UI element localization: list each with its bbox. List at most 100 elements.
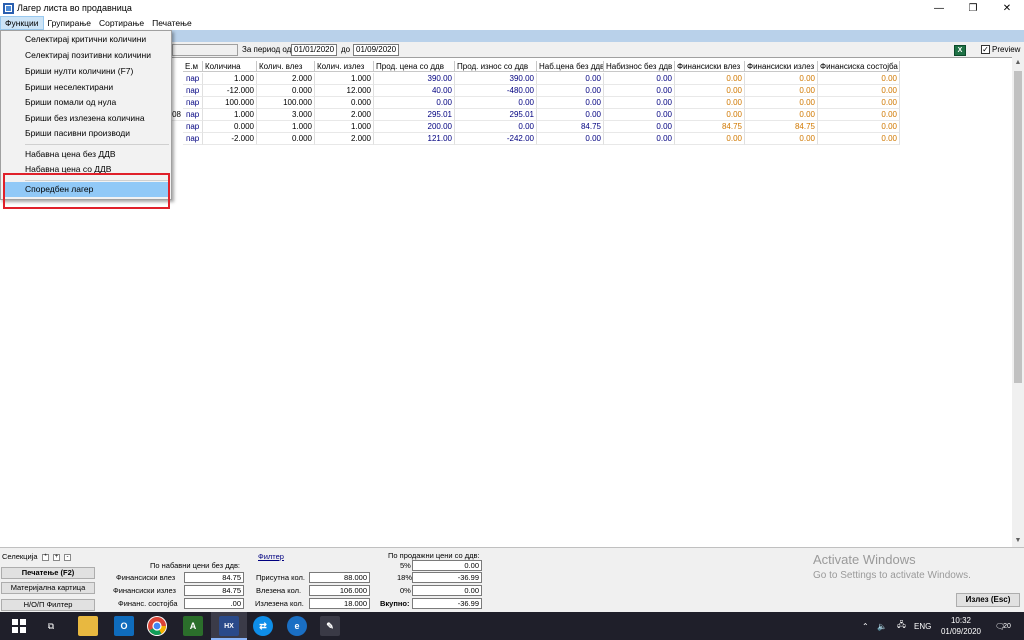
table-cell[interactable]: 40.00 [374, 85, 455, 97]
nop-filter-button[interactable]: Н/О/П Филтер [1, 599, 95, 611]
table-cell[interactable]: 0.00 [675, 85, 745, 97]
app-leaf-icon[interactable]: A [183, 616, 203, 636]
scroll-down-icon[interactable]: ▼ [1012, 535, 1024, 547]
table-cell[interactable]: пар [183, 121, 203, 133]
table-cell[interactable]: пар [183, 97, 203, 109]
table-cell[interactable]: 0.000 [257, 85, 315, 97]
table-cell[interactable]: 1.000 [203, 109, 257, 121]
table-cell[interactable]: 0.00 [604, 85, 675, 97]
preview-checkbox[interactable]: ✓ Preview [981, 45, 1020, 54]
table-cell[interactable]: 0.00 [604, 97, 675, 109]
browser-e-icon[interactable]: e [287, 616, 307, 636]
column-header[interactable]: Наб.цена без ддв [537, 61, 604, 72]
table-cell[interactable]: 100.000 [257, 97, 315, 109]
vertical-scrollbar[interactable]: ▲ ▼ [1012, 57, 1024, 547]
table-cell[interactable]: 0.00 [455, 121, 537, 133]
table-cell[interactable]: 0.00 [604, 121, 675, 133]
checkbox-icon[interactable]: ✓ [981, 45, 990, 54]
table-cell[interactable]: 0.00 [537, 85, 604, 97]
windows-start-icon[interactable] [9, 616, 29, 636]
clock[interactable]: 10:32 01/09/2020 [936, 615, 986, 637]
column-header[interactable]: Е.м [183, 61, 203, 72]
table-cell[interactable]: 200.00 [374, 121, 455, 133]
search-field[interactable] [172, 44, 238, 56]
table-cell[interactable]: 0.00 [675, 73, 745, 85]
column-header[interactable]: Финансиска состојба [818, 61, 900, 72]
column-header[interactable]: Колич. излез [315, 61, 374, 72]
table-cell[interactable]: 0.00 [745, 85, 818, 97]
network-icon[interactable]: 🖧 [897, 612, 906, 640]
minimize-button[interactable]: — [922, 0, 956, 16]
tray-chevron-icon[interactable]: ⌃ [862, 612, 869, 640]
menu-item-delete-no-output[interactable]: Бриши без излезена количина [3, 111, 169, 126]
table-cell[interactable]: 2.000 [257, 73, 315, 85]
teamviewer-icon[interactable]: ⇄ [253, 616, 273, 636]
table-cell[interactable]: 0.00 [818, 121, 900, 133]
table-cell[interactable]: 0.00 [455, 97, 537, 109]
table-cell[interactable]: 0.00 [818, 97, 900, 109]
table-cell[interactable]: 12.000 [315, 85, 374, 97]
scrollbar-thumb[interactable] [1014, 71, 1022, 383]
table-cell[interactable]: 0.00 [745, 133, 818, 145]
table-cell[interactable]: 0.00 [675, 109, 745, 121]
column-header[interactable]: Колич. влез [257, 61, 315, 72]
menu-item-select-critical[interactable]: Селектирај критични количини [3, 32, 169, 47]
table-cell[interactable]: 0.000 [315, 97, 374, 109]
helix-app-icon[interactable]: HX [219, 616, 239, 636]
menu-sorting[interactable]: Сортирање [95, 16, 148, 30]
column-header[interactable]: Прод. цена со ддв [374, 61, 455, 72]
table-cell[interactable]: пар [183, 133, 203, 145]
table-cell[interactable]: 100.000 [203, 97, 257, 109]
speaker-icon[interactable]: 🔈 [877, 612, 887, 640]
table-cell[interactable]: 390.00 [374, 73, 455, 85]
restore-button[interactable]: ❐ [956, 0, 990, 16]
table-cell[interactable]: 0.00 [604, 133, 675, 145]
paint-icon[interactable]: ✎ [320, 616, 340, 636]
table-cell[interactable]: 1.000 [315, 73, 374, 85]
menu-item-delete-zero[interactable]: Бриши нулти количини (F7) [3, 64, 169, 79]
table-cell[interactable]: пар [183, 109, 203, 121]
table-cell[interactable]: 121.00 [374, 133, 455, 145]
table-cell[interactable]: 2.000 [315, 133, 374, 145]
table-cell[interactable]: 84.75 [675, 121, 745, 133]
table-cell[interactable]: 0.00 [675, 97, 745, 109]
table-cell[interactable]: 0.00 [537, 73, 604, 85]
table-cell[interactable]: 0.00 [745, 97, 818, 109]
column-header[interactable]: Финансиски излез [745, 61, 818, 72]
select-remove-button[interactable]: - [64, 554, 71, 561]
scroll-up-icon[interactable]: ▲ [1012, 57, 1024, 69]
table-cell[interactable]: 0.00 [604, 73, 675, 85]
table-cell[interactable]: 0.00 [537, 97, 604, 109]
table-cell[interactable]: 0.00 [818, 73, 900, 85]
column-header[interactable]: Количина [203, 61, 257, 72]
table-cell[interactable]: 0.00 [374, 97, 455, 109]
table-cell[interactable]: 0.00 [537, 133, 604, 145]
table-cell[interactable]: -12.000 [203, 85, 257, 97]
filter-link[interactable]: Филтер [258, 552, 284, 562]
table-cell[interactable]: -2.000 [203, 133, 257, 145]
language-indicator[interactable]: ENG [914, 612, 931, 640]
menu-item-delete-passive[interactable]: Бриши пасивни производи [3, 126, 169, 141]
date-from-input[interactable]: 01/01/2020 [291, 44, 337, 56]
select-add-button[interactable]: + [53, 554, 60, 561]
material-card-button[interactable]: Материјална картица [1, 582, 95, 594]
table-cell[interactable]: 295.01 [374, 109, 455, 121]
table-cell[interactable]: 0.000 [257, 133, 315, 145]
file-explorer-icon[interactable] [78, 616, 98, 636]
table-cell[interactable]: 0.00 [745, 73, 818, 85]
table-cell[interactable]: 2.000 [315, 109, 374, 121]
table-cell[interactable]: -242.00 [455, 133, 537, 145]
table-cell[interactable]: 295.01 [455, 109, 537, 121]
menu-functions[interactable]: Функции [0, 16, 44, 30]
task-view-icon[interactable]: ⧉ [41, 616, 61, 636]
table-cell[interactable]: 0.000 [203, 121, 257, 133]
outlook-icon[interactable]: O [114, 616, 134, 636]
menu-grouping[interactable]: Групирање [44, 16, 95, 30]
table-cell[interactable]: 3.000 [257, 109, 315, 121]
date-to-input[interactable]: 01/09/2020 [353, 44, 399, 56]
menu-item-delete-unselected[interactable]: Бриши неселектирани [3, 80, 169, 95]
column-header[interactable]: Прод. износ со ддв [455, 61, 537, 72]
notification-icon[interactable]: 🗨 20 [995, 612, 1011, 640]
close-button[interactable]: ✕ [990, 0, 1024, 16]
exit-button[interactable]: Излез (Esc) [956, 593, 1020, 607]
